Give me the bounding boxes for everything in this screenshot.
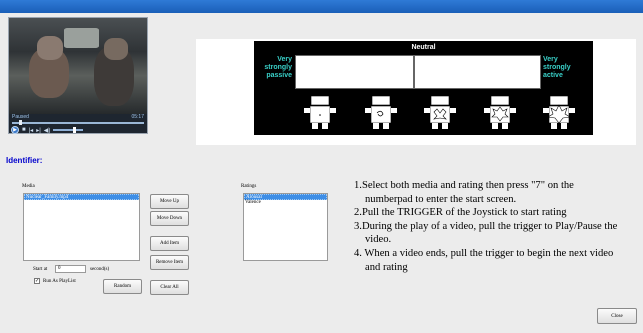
move-down-button[interactable]: Move Down xyxy=(150,211,189,226)
rating-scale: Neutral Very strongly passive Very stron… xyxy=(254,41,593,135)
stop-icon[interactable]: ■ xyxy=(22,127,26,133)
seek-bar[interactable] xyxy=(12,122,144,124)
remove-item-button[interactable]: Remove Item xyxy=(150,255,189,270)
scale-right-box xyxy=(414,55,541,89)
scale-right-label-line: Very xyxy=(543,56,558,63)
ratings-list-item[interactable]: Valence xyxy=(244,200,327,206)
volume-slider[interactable] xyxy=(53,127,84,133)
instruction-line: 3.During the play of a video, pull the t… xyxy=(354,220,618,246)
sam-figure-5-icon xyxy=(543,95,575,129)
video-frame[interactable] xyxy=(9,18,147,114)
media-list[interactable]: Nuclear_Family.mp4 xyxy=(23,193,140,261)
rating-scale-panel: Neutral Very strongly passive Very stron… xyxy=(196,39,636,145)
run-as-playlist-label: Run As PlayList xyxy=(43,279,76,284)
clear-all-button[interactable]: Clear All xyxy=(150,280,189,295)
previous-icon[interactable]: |◂ xyxy=(29,127,34,134)
scale-left-label-line: Very xyxy=(277,56,292,63)
video-content-shape xyxy=(104,38,128,60)
next-icon[interactable]: ▸| xyxy=(36,127,41,134)
start-at-input[interactable]: 0 xyxy=(55,265,86,273)
random-button[interactable]: Random xyxy=(103,279,142,294)
instructions: 1.Select both media and rating then pres… xyxy=(354,179,624,274)
instruction-line: 1.Select both media and rating then pres… xyxy=(354,180,574,205)
sam-figure-3-icon xyxy=(424,95,456,129)
move-up-button[interactable]: Move Up xyxy=(150,194,189,209)
start-unit-label: second(s) xyxy=(90,267,110,272)
scale-left-label-line: strongly xyxy=(264,64,292,71)
play-icon[interactable]: ▶ xyxy=(11,126,19,134)
sam-figure-4-icon xyxy=(484,95,516,129)
volume-icon[interactable]: ◀) xyxy=(44,127,51,134)
scale-right-label: Very strongly active xyxy=(543,56,583,80)
seek-thumb[interactable] xyxy=(19,120,22,125)
player-time: 05:17 xyxy=(131,114,144,120)
video-content-shape xyxy=(64,28,99,48)
ratings-label: Ratings xyxy=(241,184,257,189)
scale-title: Neutral xyxy=(411,44,436,51)
scale-right-label-line: strongly xyxy=(543,64,571,71)
media-list-item[interactable]: Nuclear_Family.mp4 xyxy=(24,194,139,200)
run-as-playlist-checkbox[interactable]: ✓ xyxy=(34,278,40,284)
start-at-label: Start at xyxy=(33,267,48,272)
scale-left-label: Very strongly passive xyxy=(256,56,292,80)
add-item-button[interactable]: Add Item xyxy=(150,236,189,251)
sam-figure-2-icon xyxy=(365,95,397,129)
scale-left-label-line: passive xyxy=(266,72,292,79)
identifier-heading: Identifier: xyxy=(6,156,43,165)
volume-thumb[interactable] xyxy=(73,127,77,133)
window-titlebar xyxy=(0,0,643,13)
close-button[interactable]: Close xyxy=(597,308,637,324)
player-status-bar: Paused 05:17 xyxy=(12,114,144,121)
instruction-line: 2.Pull the TRIGGER of the Joystick to st… xyxy=(354,207,567,219)
instruction-line: 4. When a video ends, pull the trigger t… xyxy=(354,247,614,273)
sam-figure-1-icon xyxy=(304,95,336,129)
player-controls: ▶ ■ |◂ ▸| ◀) xyxy=(11,126,145,134)
scale-right-label-line: active xyxy=(543,72,563,79)
video-content-shape xyxy=(37,36,63,60)
media-label: Media xyxy=(22,184,35,189)
ratings-list[interactable]: Arousal Valence xyxy=(243,193,328,261)
video-player[interactable]: Paused 05:17 ▶ ■ |◂ ▸| ◀) xyxy=(8,17,148,134)
scale-left-box xyxy=(295,55,414,89)
